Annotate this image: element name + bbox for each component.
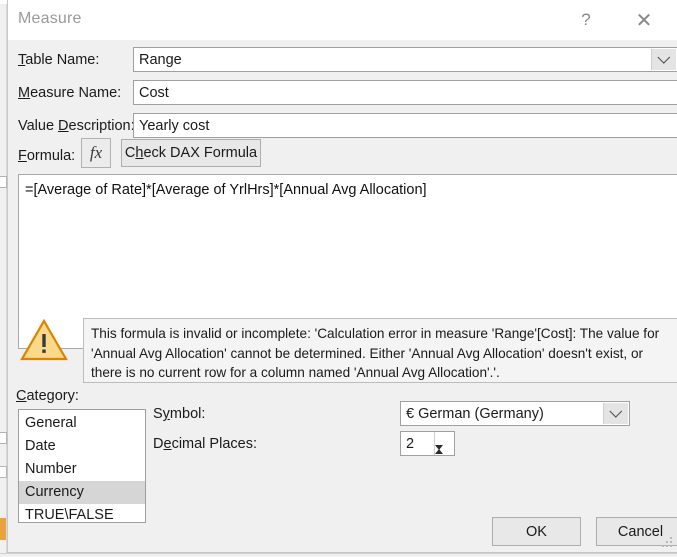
category-item[interactable]: TRUE\FALSE [19,504,145,522]
resize-grip[interactable] [662,537,674,549]
value-description-label: Value Description: [18,118,135,134]
chevron-down-icon[interactable] [651,49,676,70]
table-name-combobox[interactable]: Range [133,47,677,72]
background-window-bottom [0,553,677,557]
table-name-value: Range [139,51,182,68]
table-name-label: Table Name: [18,52,100,68]
measure-name-label: Measure Name: [18,85,122,101]
formula-label: Formula: [18,148,76,164]
symbol-combobox[interactable]: € German (Germany) [400,401,630,426]
category-listbox[interactable]: General Date Number Currency TRUE\FALSE [18,409,146,523]
category-item[interactable]: Number [19,458,145,481]
category-label: Category: [16,388,79,404]
formula-text: =[Average of Rate]*[Average of YrlHrs]*[… [25,182,427,198]
value-description-input[interactable]: Yearly cost [133,113,677,138]
warning-triangle-icon [20,318,68,367]
close-icon[interactable]: ✕ [621,0,667,40]
help-icon[interactable]: ? [563,0,609,40]
check-dax-formula-label: Check DAX Formula [124,145,258,161]
decimal-places-stepper[interactable]: 2 [400,431,455,467]
chevron-down-icon[interactable] [603,403,628,424]
symbol-label: Symbol: [153,406,206,422]
ok-button-label: OK [526,523,547,540]
decimal-places-value: 2 [406,435,415,452]
fx-icon[interactable]: fx [81,138,111,168]
measure-name-input[interactable]: Cost [133,80,677,105]
value-description-value: Yearly cost [139,117,210,134]
background-window-sliver [0,466,7,478]
background-window-sliver [0,432,7,444]
stepper-down-icon[interactable] [435,445,454,468]
dialog-titlebar[interactable]: Measure ? ✕ [8,0,677,40]
ok-button[interactable]: OK [492,517,581,546]
category-item-selected[interactable]: Currency [19,481,145,504]
screen: Measure ? ✕ Table Name: Range Measure Na… [0,0,677,557]
background-window-sliver [0,176,7,188]
background-window-accent [0,518,6,540]
dialog-body: Table Name: Range Measure Name: Cost Val… [8,40,677,552]
category-item[interactable]: Date [19,435,145,458]
measure-name-value: Cost [139,84,169,101]
decimal-places-label: Decimal Places: [153,436,257,452]
cancel-button-label: Cancel [617,523,664,540]
category-item[interactable]: General [19,412,145,435]
measure-dialog: Measure ? ✕ Table Name: Range Measure Na… [7,0,677,553]
dialog-title: Measure [18,10,82,27]
stepper-arrows[interactable] [434,432,454,467]
check-dax-formula-button[interactable]: Check DAX Formula [121,139,261,167]
warning-message: This formula is invalid or incomplete: '… [83,318,677,383]
symbol-value: € German (Germany) [406,405,544,422]
